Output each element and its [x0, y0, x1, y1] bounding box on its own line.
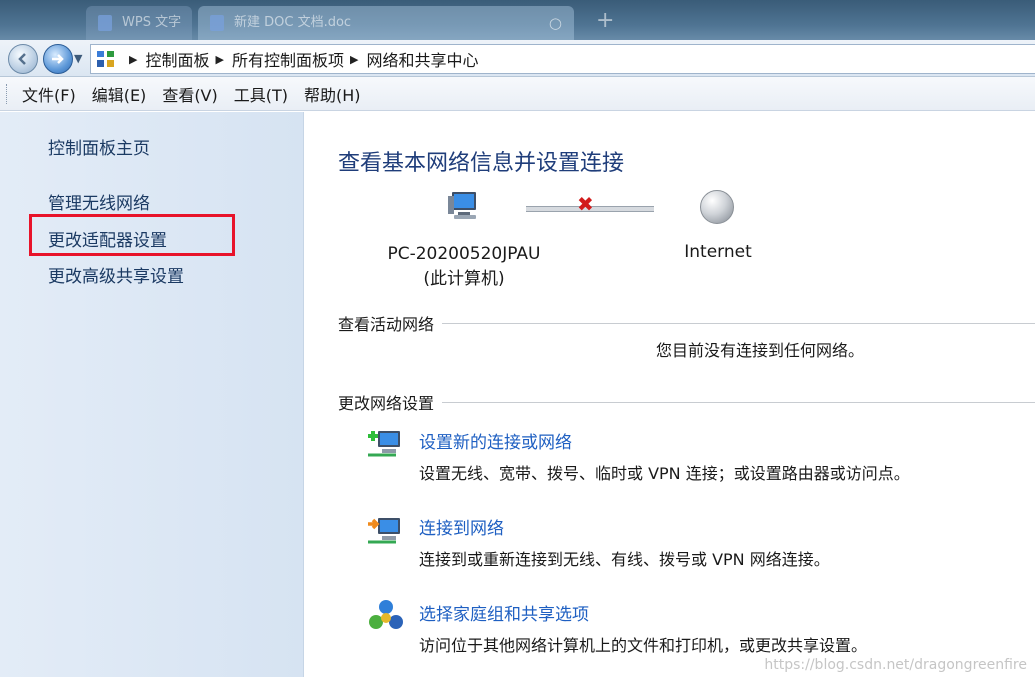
- task-description: 设置无线、宽带、拨号、临时或 VPN 连接；或设置路由器或访问点。: [419, 464, 910, 483]
- chevron-right-icon: ▶: [349, 52, 359, 66]
- menu-view[interactable]: 查看(V): [154, 82, 225, 106]
- active-networks-section: 查看活动网络: [338, 311, 1035, 335]
- address-bar: ▼ ▶ 控制面板 ▶ 所有控制面板项 ▶ 网络和共享中心: [0, 40, 1035, 77]
- history-dropdown-icon[interactable]: ▼: [74, 52, 82, 65]
- watermark: https://blog.csdn.net/dragongreenfire: [764, 657, 1027, 673]
- wps-app-icon: [98, 15, 112, 31]
- tab-label: 新建 DOC 文档.doc: [234, 15, 352, 30]
- back-button[interactable]: [8, 44, 38, 74]
- breadcrumb-item[interactable]: 所有控制面板项: [232, 47, 344, 71]
- computer-label: PC-20200520JPAU (此计算机): [364, 242, 564, 292]
- section-heading: 查看活动网络: [338, 315, 435, 334]
- connect-network-link[interactable]: 连接到网络: [419, 514, 504, 539]
- chevron-right-icon: ▶: [129, 52, 138, 66]
- menu-edit[interactable]: 编辑(E): [84, 82, 155, 106]
- divider: [442, 322, 1035, 324]
- new-tab-plus-icon[interactable]: +: [596, 10, 614, 32]
- connect-network-icon[interactable]: [366, 512, 406, 548]
- breadcrumb[interactable]: ▶ 控制面板 ▶ 所有控制面板项 ▶ 网络和共享中心: [90, 44, 1035, 74]
- window-tab-strip: WPS 文字 新建 DOC 文档.doc ○ +: [0, 0, 1035, 42]
- sidebar: 控制面板主页 管理无线网络 更改适配器设置 更改高级共享设置: [0, 112, 304, 677]
- document-icon: [210, 15, 224, 31]
- task-description: 访问位于其他网络计算机上的文件和打印机，或更改共享设置。: [419, 636, 868, 655]
- computer-caption: (此计算机): [423, 269, 505, 289]
- main-content: 查看基本网络信息并设置连接 ✖ PC-20200520JPAU (此计算机) I…: [304, 112, 1035, 677]
- menu-grip: [6, 84, 9, 104]
- tab-wps[interactable]: WPS 文字: [86, 6, 192, 40]
- chevron-right-icon: ▶: [215, 52, 224, 66]
- arrow-right-icon: [52, 54, 64, 64]
- section-heading: 更改网络设置: [338, 394, 435, 413]
- menu-file[interactable]: 文件(F): [14, 82, 84, 106]
- menu-help[interactable]: 帮助(H): [296, 82, 369, 106]
- forward-button[interactable]: [43, 44, 73, 74]
- no-network-message: 您目前没有连接到任何网络。: [656, 341, 865, 360]
- tab-close-icon[interactable]: ○: [549, 6, 562, 40]
- disconnected-x-icon[interactable]: ✖: [577, 193, 594, 215]
- sidebar-item-change-adapter[interactable]: 更改适配器设置: [48, 226, 167, 251]
- arrow-left-icon: [18, 53, 26, 65]
- globe-icon[interactable]: [700, 190, 734, 224]
- new-connection-icon[interactable]: [366, 425, 406, 461]
- menu-tools[interactable]: 工具(T): [226, 82, 296, 106]
- page-title: 查看基本网络信息并设置连接: [338, 151, 625, 176]
- homegroup-sharing-link[interactable]: 选择家庭组和共享选项: [419, 600, 589, 625]
- internet-label: Internet: [684, 242, 752, 262]
- breadcrumb-item[interactable]: 控制面板: [145, 47, 209, 71]
- menu-bar: 文件(F) 编辑(E) 查看(V) 工具(T) 帮助(H): [0, 77, 1035, 111]
- task-description: 连接到或重新连接到无线、有线、拨号或 VPN 网络连接。: [419, 550, 830, 569]
- setup-connection-link[interactable]: 设置新的连接或网络: [419, 428, 572, 453]
- breadcrumb-item[interactable]: 网络和共享中心: [366, 47, 478, 71]
- homegroup-icon[interactable]: [366, 598, 406, 634]
- change-settings-section: 更改网络设置: [338, 390, 1035, 414]
- divider: [442, 401, 1035, 403]
- tab-label: WPS 文字: [122, 15, 182, 30]
- sidebar-item-advanced-sharing[interactable]: 更改高级共享设置: [48, 262, 184, 287]
- control-panel-icon: [95, 48, 117, 70]
- tab-document[interactable]: 新建 DOC 文档.doc ○: [198, 6, 574, 40]
- computer-name: PC-20200520JPAU: [387, 244, 541, 264]
- sidebar-item-home[interactable]: 控制面板主页: [48, 134, 150, 159]
- computer-icon[interactable]: [446, 190, 480, 222]
- sidebar-item-manage-wireless[interactable]: 管理无线网络: [48, 189, 150, 214]
